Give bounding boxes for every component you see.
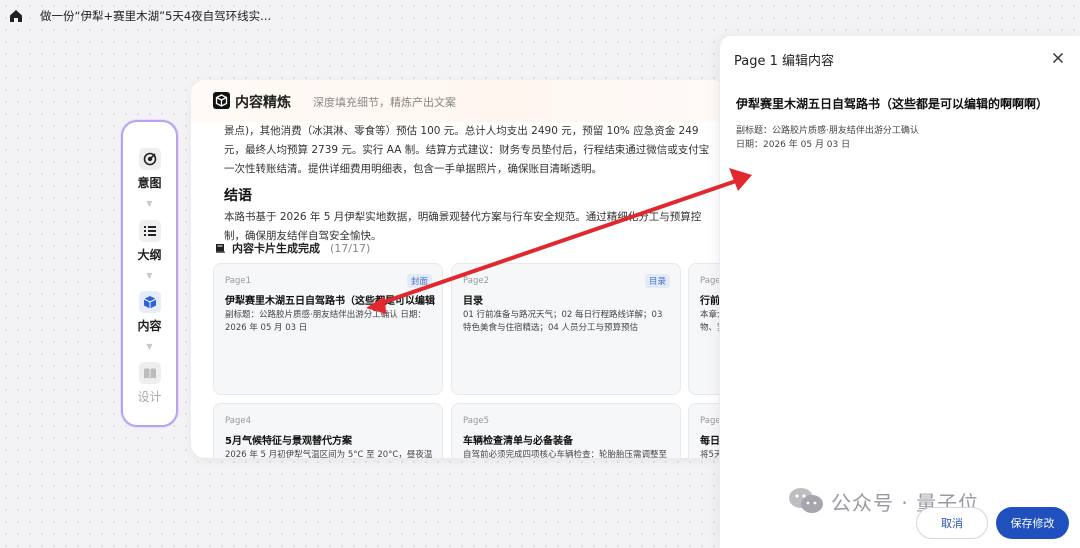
home-icon[interactable]: [8, 8, 24, 24]
page-number: Page2: [463, 276, 489, 286]
card-subtitle: 深度填充细节，精炼产出文案: [313, 96, 456, 109]
page-card[interactable]: Page2 目录 目录 01 行前准备与路况天气；02 每日行程路线详解；03 …: [451, 263, 681, 395]
step-connector-icon: ▼: [146, 271, 153, 280]
page-card-title: 伊犁赛里木湖五日自驾路书（这些都是可以编辑的啊啊啊）: [225, 296, 435, 307]
page-card[interactable]: Page1 封面 伊犁赛里木湖五日自驾路书（这些都是可以编辑的啊啊啊） 副标题：…: [213, 263, 443, 395]
page-card-title: 车辆检查清单与必备装备: [463, 436, 573, 447]
page-card[interactable]: Page4 5月气候特征与景观替代方案 2026 年 5 月初伊犁气温区间为 5…: [213, 403, 443, 458]
page-number: Page1: [225, 276, 251, 286]
panel-title: Page 1 编辑内容: [734, 54, 835, 69]
editable-title[interactable]: 伊犁赛里木湖五日自驾路书（这些都是可以编辑的啊啊啊）: [736, 95, 1048, 112]
page-type-tag: 封面: [406, 274, 432, 288]
book-icon: [216, 243, 225, 253]
step-label: 大纲: [137, 248, 162, 262]
document-title: 做一份“伊犁+赛里木湖”5天4夜自驾环线实...: [40, 9, 272, 23]
generation-title: 内容卡片生成完成: [232, 242, 320, 255]
step-content[interactable]: 内容: [123, 291, 176, 334]
top-bar: 做一份“伊犁+赛里木湖”5天4夜自驾环线实...: [0, 0, 1080, 32]
close-icon[interactable]: [1052, 52, 1064, 64]
page-card-title: 目录: [463, 296, 483, 307]
target-icon: [138, 148, 161, 170]
step-connector-icon: ▼: [146, 342, 153, 351]
editable-date[interactable]: 日期：2026 年 05 月 03 日: [736, 137, 850, 150]
page-card-body: 副标题：公路胶片质感·朋友结伴出游分工确认 日期：2026 年 05 月 03 …: [225, 310, 426, 333]
editable-subtitle[interactable]: 副标题：公路胶片质感·朋友结伴出游分工确认: [736, 123, 919, 136]
cancel-button[interactable]: 取消: [916, 507, 988, 539]
generation-status: 内容卡片生成完成 (17/17): [215, 240, 370, 256]
wechat-icon: [789, 488, 823, 513]
step-label: 设计: [137, 390, 162, 404]
cube-icon: [138, 291, 161, 313]
page-number: Page4: [225, 416, 251, 426]
page-number: Page5: [463, 416, 489, 426]
page-card-body: 自驾前必须完成四项核心车辆检查：轮胎胎压需调整至标准值。: [463, 450, 668, 458]
step-connector-icon: ▼: [146, 199, 153, 208]
page-card-title: 5月气候特征与景观替代方案: [225, 436, 352, 447]
list-icon: [138, 220, 161, 242]
page-type-tag: 目录: [644, 274, 670, 288]
step-label: 内容: [137, 319, 162, 333]
generation-count: (17/17): [330, 241, 371, 255]
steps-rail: 意图 ▼ 大纲 ▼ 内容 ▼ 设计: [121, 120, 178, 427]
save-button[interactable]: 保存修改: [996, 507, 1069, 539]
box-icon: [213, 92, 230, 109]
step-intent[interactable]: 意图: [123, 148, 176, 191]
edit-panel: Page 1 编辑内容 伊犁赛里木湖五日自驾路书（这些都是可以编辑的啊啊啊） 副…: [719, 36, 1080, 548]
content-refine-card: 内容精炼 深度填充细节，精炼产出文案 景点)，其他消费（冰淇淋、零食等）预估 1…: [191, 80, 726, 458]
step-outline[interactable]: 大纲: [123, 220, 176, 263]
book-icon: [138, 362, 161, 384]
page-card-body: 2026 年 5 月初伊犁气温区间为 5°C 至 20°C，昼夜温差高达 15°…: [225, 450, 433, 458]
paragraph: 景点)，其他消费（冰淇淋、零食等）预估 100 元。总计人均支出 2490 元，…: [224, 125, 710, 175]
card-title: 内容精炼: [235, 95, 291, 111]
refined-text-area[interactable]: 景点)，其他消费（冰淇淋、零食等）预估 100 元。总计人均支出 2490 元，…: [224, 122, 719, 256]
section-heading: 结语: [224, 188, 252, 204]
page-card[interactable]: Page5 车辆检查清单与必备装备 自驾前必须完成四项核心车辆检查：轮胎胎压需调…: [451, 403, 681, 458]
page-card-body: 01 行前准备与路况天气；02 每日行程路线详解；03 特色美食与住宿精选；04…: [463, 310, 663, 333]
step-design[interactable]: 设计: [123, 362, 176, 405]
step-label: 意图: [137, 176, 162, 190]
card-header: 内容精炼 深度填充细节，精炼产出文案: [191, 80, 726, 122]
